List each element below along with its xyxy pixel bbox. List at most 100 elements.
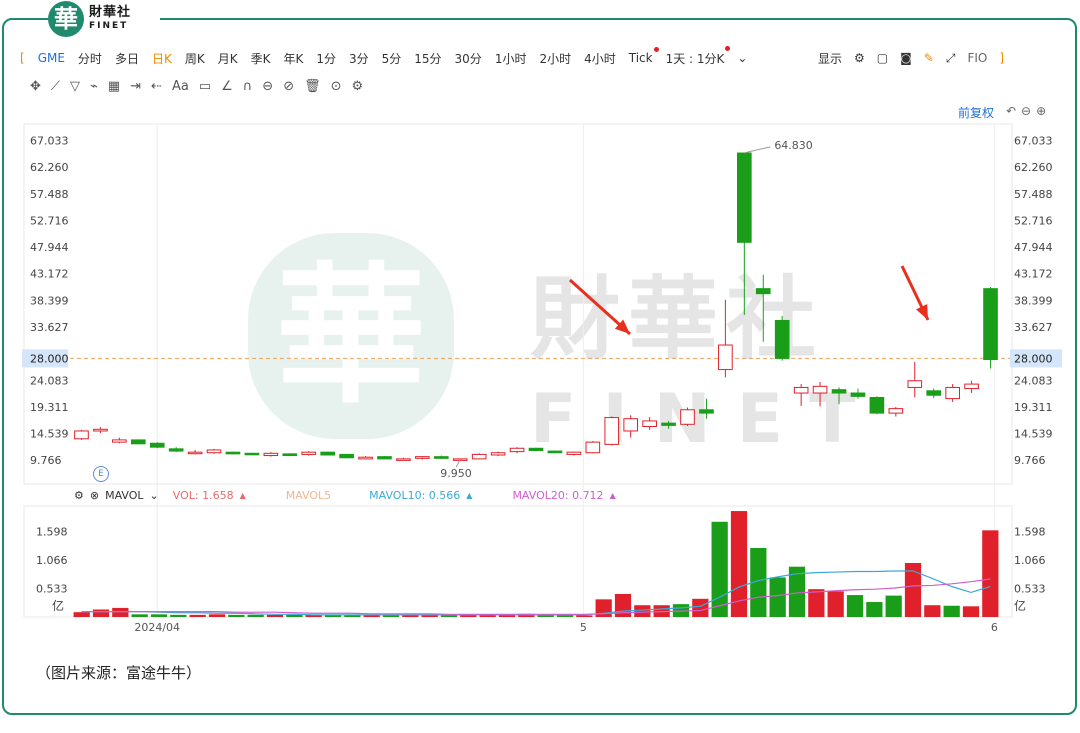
- mavol20-up-icon: ▲: [609, 490, 616, 500]
- volume-pane-border: [23, 505, 1013, 618]
- candle-body: [604, 417, 620, 445]
- candle-body: [433, 456, 449, 459]
- volume-unit-right: 亿: [1014, 598, 1026, 613]
- candle-body: [869, 396, 885, 414]
- indicator-bar: ⚙ ⊗ MAVOL ⌄ VOL: 1.658 ▲ MAVOL5 MAVOL10:…: [74, 488, 622, 502]
- current-price-right-label: 28.000: [1014, 352, 1053, 365]
- volume-bar: [170, 614, 187, 617]
- candle-body: [755, 288, 771, 295]
- vol-value: VOL: 1.658: [172, 488, 234, 502]
- price-axis-left-label: 43.172: [30, 268, 69, 281]
- candle-body: [490, 452, 506, 456]
- candle-body: [112, 439, 127, 443]
- volume-axis-left-label: 1.598: [36, 526, 68, 539]
- volume-bar: [769, 577, 786, 617]
- candle-body: [793, 386, 809, 394]
- volume-bar: [634, 605, 651, 617]
- mavol10-value: MAVOL10: 0.566: [369, 488, 461, 502]
- high-annotation-leader: [744, 146, 771, 154]
- volume-bar: [692, 598, 709, 617]
- candle-body: [74, 430, 89, 440]
- low-annotation: 9.950: [440, 467, 472, 480]
- price-axis-right-label: 24.083: [1014, 374, 1053, 387]
- mavol5-value: MAVOL5: [285, 488, 332, 502]
- price-axis-left-label: 38.399: [30, 294, 69, 307]
- price-axis-right-label: 57.488: [1014, 188, 1053, 201]
- mavol20-value: MAVOL20: 0.712: [512, 488, 604, 502]
- price-axis-left-label: 24.083: [30, 374, 69, 387]
- volume-axis-left-label: 0.533: [36, 582, 68, 595]
- candle-body: [661, 422, 676, 426]
- candle-body: [509, 447, 525, 453]
- volume-bar: [247, 614, 264, 617]
- volume-bar: [286, 614, 303, 617]
- indicator-gear-icon[interactable]: ⚙: [74, 489, 84, 502]
- candle-body: [566, 451, 582, 455]
- price-axis-right-label: 9.766: [1014, 454, 1046, 467]
- candle-body: [774, 319, 790, 359]
- candle-body: [623, 418, 639, 432]
- volume-bar: [421, 615, 438, 617]
- volume-bar: [556, 615, 574, 617]
- volume-bar: [576, 615, 593, 617]
- x-axis-label: 6: [991, 621, 998, 634]
- candle-body: [737, 152, 752, 243]
- candle-body: [888, 408, 904, 414]
- candle-body: [964, 383, 979, 390]
- x-axis-label: 5: [580, 621, 587, 634]
- candle-body: [282, 453, 298, 457]
- volume-bar: [266, 614, 284, 617]
- volume-bar: [382, 615, 400, 617]
- indicator-name[interactable]: MAVOL: [105, 489, 143, 502]
- image-source-caption: （图片来源：富途牛牛）: [36, 664, 202, 682]
- price-axis-right-label: 47.944: [1014, 241, 1053, 254]
- volume-bar: [208, 614, 226, 617]
- price-axis-left-label: 67.033: [30, 135, 69, 148]
- price-axis-right-label: 62.260: [1014, 161, 1053, 174]
- price-axis-left-label: 19.311: [30, 401, 69, 414]
- high-annotation: 64.830: [774, 139, 813, 152]
- price-pane-border: [23, 123, 1013, 485]
- candle-body: [187, 451, 203, 455]
- candle-body: [301, 451, 317, 455]
- volume-bar: [827, 591, 844, 617]
- volume-bar: [537, 615, 554, 617]
- candle-body: [831, 389, 847, 394]
- volume-bar: [866, 602, 883, 617]
- price-axis-right-label: 38.399: [1014, 294, 1053, 307]
- earnings-badge-icon[interactable]: E: [93, 466, 109, 482]
- candle-body: [983, 288, 998, 361]
- candle-body: [149, 442, 165, 448]
- volume-bar: [846, 595, 864, 617]
- price-axis-left-label: 14.539: [30, 428, 69, 441]
- candle-body: [850, 392, 866, 397]
- price-axis-left-label: 57.488: [30, 188, 69, 201]
- price-axis-right-label: 43.172: [1014, 268, 1053, 281]
- volume-axis-right-label: 1.598: [1014, 526, 1046, 539]
- candle-body: [528, 447, 544, 452]
- candle-body: [471, 453, 487, 460]
- volume-bar: [402, 615, 419, 617]
- price-axis-left-label: 33.627: [30, 321, 69, 334]
- volume-bar: [943, 605, 960, 617]
- candle-body: [263, 452, 279, 457]
- kline-chart[interactable]: 2024/04 5 6 67.033 67.033 62.260 62.260 57.488 5…: [0, 0, 1080, 733]
- volume-bar: [73, 612, 90, 617]
- candle-body: [206, 449, 222, 454]
- candle-body: [320, 451, 335, 456]
- price-axis-right-label: 19.311: [1014, 401, 1053, 414]
- volume-bar: [150, 614, 168, 617]
- candle-body: [93, 428, 108, 432]
- volume-bar: [885, 595, 902, 617]
- indicator-chevron-icon[interactable]: ⌄: [150, 489, 159, 502]
- indicator-close-icon[interactable]: ⊗: [90, 489, 99, 502]
- candle-body: [396, 458, 411, 461]
- x-axis-label: 2024/04: [134, 621, 180, 634]
- volume-bar: [460, 615, 477, 617]
- volume-bar: [131, 614, 148, 617]
- volume-bar: [808, 589, 825, 617]
- candle-body: [339, 453, 354, 459]
- candle-body: [130, 439, 146, 445]
- price-axis-right-label: 52.716: [1014, 214, 1053, 227]
- candle-body: [926, 390, 942, 396]
